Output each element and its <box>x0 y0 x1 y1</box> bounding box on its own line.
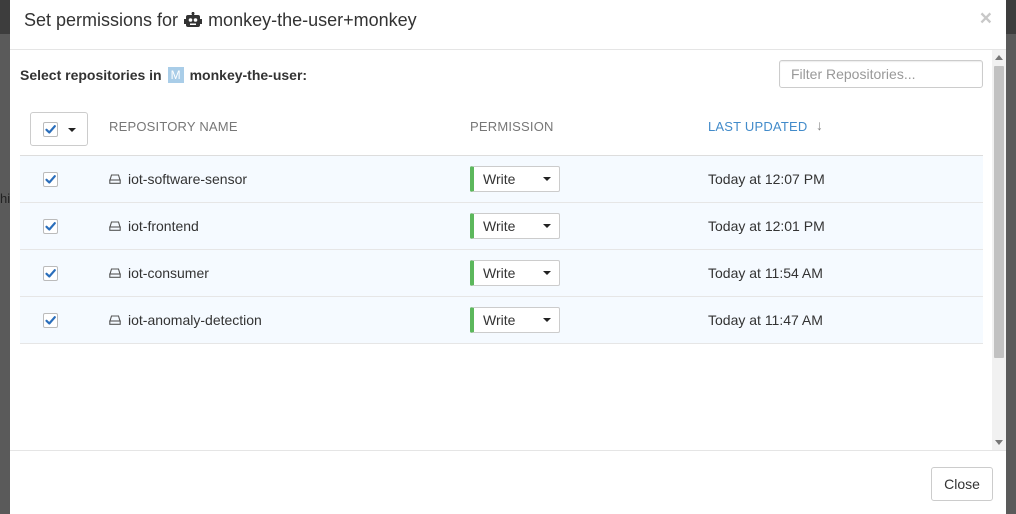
repository-name[interactable]: iot-software-sensor <box>128 171 247 187</box>
repository-name[interactable]: iot-anomaly-detection <box>128 312 262 328</box>
row-checkbox[interactable] <box>43 266 58 281</box>
chevron-down-icon <box>543 318 551 322</box>
permission-dropdown[interactable]: Write <box>470 307 560 333</box>
repository-icon <box>109 221 121 231</box>
row-checkbox[interactable] <box>43 172 58 187</box>
modal-body: Select repositories in M monkey-the-user… <box>10 50 1006 450</box>
sort-descending-icon: ↓ <box>816 117 823 133</box>
scroll-down-arrow-icon[interactable] <box>995 440 1003 445</box>
modal-header: Set permissions for monkey-the-user+monk… <box>10 0 1006 50</box>
repository-icon <box>109 174 121 184</box>
table-row: iot-anomaly-detection Write Today at 11:47… <box>20 297 983 344</box>
check-icon <box>45 316 56 325</box>
scrollbar-thumb[interactable] <box>994 66 1004 358</box>
column-header-permission[interactable]: PERMISSION <box>470 119 554 134</box>
select-repositories-label: Select repositories in M monkey-the-user… <box>20 67 307 83</box>
modal-footer: Close <box>10 450 1006 514</box>
modal-title-prefix: Set permissions for <box>24 10 179 30</box>
select-all-checkbox[interactable] <box>43 122 58 137</box>
table-body: iot-software-sensor Write Today at 12:07 P… <box>20 156 983 344</box>
check-icon <box>45 222 56 231</box>
table-row: iot-software-sensor Write Today at 12:07 P… <box>20 156 983 203</box>
robot-icon <box>184 11 203 27</box>
permission-dropdown[interactable]: Write <box>470 213 560 239</box>
modal-title: Set permissions for monkey-the-user+monk… <box>24 10 417 31</box>
backdrop-partial-text: hi <box>0 191 11 206</box>
table-header: REPOSITORY NAME PERMISSION LAST UPDATED … <box>20 103 983 156</box>
scroll-up-arrow-icon[interactable] <box>995 55 1003 60</box>
repositories-table: REPOSITORY NAME PERMISSION LAST UPDATED … <box>20 103 983 344</box>
close-button[interactable]: Close <box>931 467 993 501</box>
table-row: iot-frontend Write Today at 12:01 PM <box>20 203 983 250</box>
repository-icon <box>109 268 121 278</box>
chevron-down-icon <box>543 224 551 228</box>
chevron-down-icon <box>543 271 551 275</box>
chevron-down-icon <box>68 128 76 132</box>
vertical-scrollbar[interactable] <box>992 50 1006 450</box>
last-updated-time: Today at 12:01 PM <box>708 218 825 234</box>
org-name-suffix: : <box>302 67 308 83</box>
permission-value: Write <box>483 265 516 281</box>
chevron-down-icon <box>543 177 551 181</box>
repository-name[interactable]: iot-frontend <box>128 218 199 234</box>
repository-icon <box>109 315 121 325</box>
last-updated-time: Today at 11:47 AM <box>708 312 823 328</box>
table-row: iot-consumer Write Today at 11:54 AM <box>20 250 983 297</box>
permission-value: Write <box>483 218 516 234</box>
check-icon <box>45 269 56 278</box>
last-updated-time: Today at 11:54 AM <box>708 265 823 281</box>
close-icon[interactable]: × <box>980 8 992 29</box>
select-label-text: Select repositories in <box>20 67 162 83</box>
row-checkbox[interactable] <box>43 219 58 234</box>
permission-dropdown[interactable]: Write <box>470 166 560 192</box>
org-name: monkey-the-user <box>189 67 303 83</box>
column-header-last-updated[interactable]: LAST UPDATED <box>708 119 807 134</box>
permission-dropdown[interactable]: Write <box>470 260 560 286</box>
column-header-repository-name[interactable]: REPOSITORY NAME <box>109 119 238 134</box>
last-updated-time: Today at 12:07 PM <box>708 171 825 187</box>
check-icon <box>45 175 56 184</box>
modal-title-account: monkey-the-user+monkey <box>208 10 417 30</box>
permission-value: Write <box>483 312 516 328</box>
row-checkbox[interactable] <box>43 313 58 328</box>
bulk-select-dropdown[interactable] <box>30 112 88 146</box>
org-avatar: M <box>167 67 184 83</box>
check-icon <box>45 125 56 134</box>
permission-value: Write <box>483 171 516 187</box>
permissions-modal: Set permissions for monkey-the-user+monk… <box>10 0 1006 514</box>
repository-name[interactable]: iot-consumer <box>128 265 209 281</box>
filter-repositories-input[interactable] <box>779 60 983 88</box>
